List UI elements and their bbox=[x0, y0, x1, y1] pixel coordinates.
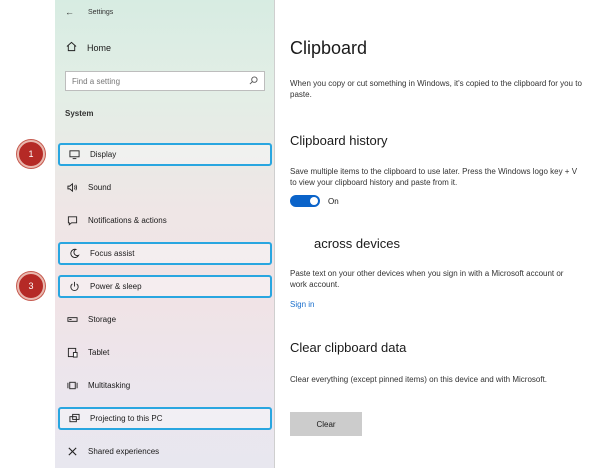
sync-description: Paste text on your other devices when yo… bbox=[290, 269, 564, 289]
home-link[interactable]: Home bbox=[66, 41, 111, 54]
clear-button[interactable]: Clear bbox=[290, 412, 362, 436]
clipboard-page: Clipboard When you copy or cut something… bbox=[276, 0, 600, 468]
search-input[interactable]: Find a setting bbox=[65, 71, 265, 91]
page-title: Clipboard bbox=[290, 38, 368, 58]
sidebar-item-label: Shared experiences bbox=[88, 447, 160, 456]
title-bar: ← Settings bbox=[65, 5, 113, 19]
settings-sidebar: ← Settings Home Find a setting System Di… bbox=[55, 0, 275, 468]
sign-in-link[interactable]: Sign in bbox=[290, 300, 314, 309]
window-title: Settings bbox=[88, 8, 114, 16]
sidebar-item-multitasking[interactable]: Multitasking bbox=[58, 374, 272, 397]
sidebar-item-label: Storage bbox=[88, 315, 117, 324]
speaker-icon bbox=[65, 181, 79, 195]
sidebar-item-power-sleep[interactable]: Power & sleep bbox=[58, 275, 272, 298]
sidebar-item-label: Projecting to this PC bbox=[90, 414, 163, 423]
tablet-icon bbox=[65, 346, 79, 360]
sidebar-item-label: Power & sleep bbox=[90, 282, 142, 291]
intro-text: When you copy or cut something in Window… bbox=[290, 79, 582, 99]
back-arrow-icon[interactable]: ← bbox=[65, 7, 74, 17]
sidebar-item-label: Multitasking bbox=[88, 381, 131, 390]
search-icon bbox=[249, 75, 258, 87]
callout-marker: 3 bbox=[17, 272, 45, 300]
sidebar-item-storage[interactable]: Storage bbox=[58, 308, 272, 331]
clipboard-history-description: Save multiple items to the clipboard to … bbox=[290, 167, 578, 187]
sidebar-item-focus-assist[interactable]: Focus assist bbox=[58, 242, 272, 265]
toggle-state-label: On bbox=[328, 196, 339, 206]
clipboard-history-toggle[interactable] bbox=[290, 195, 320, 207]
power-icon bbox=[67, 280, 81, 294]
clipboard-history-heading: Clipboard history bbox=[290, 133, 388, 148]
clear-data-description: Clear everything (except pinned items) o… bbox=[290, 375, 548, 384]
home-icon bbox=[66, 41, 77, 54]
left-margin bbox=[0, 0, 55, 468]
sidebar-item-tablet[interactable]: Tablet bbox=[58, 341, 272, 364]
sidebar-item-display[interactable]: Display bbox=[58, 143, 272, 166]
notification-icon bbox=[65, 214, 79, 228]
clipboard-history-toggle-row: On bbox=[290, 195, 339, 207]
sync-heading: across devices bbox=[314, 236, 400, 251]
sidebar-item-sound[interactable]: Sound bbox=[58, 176, 272, 199]
sidebar-item-notifications[interactable]: Notifications & actions bbox=[58, 209, 272, 232]
storage-icon bbox=[65, 313, 79, 327]
sidebar-item-label: Sound bbox=[88, 183, 112, 192]
search-placeholder: Find a setting bbox=[72, 76, 121, 86]
projecting-icon bbox=[67, 412, 81, 426]
shared-experiences-icon bbox=[65, 445, 79, 459]
callout-marker: 1 bbox=[17, 140, 45, 168]
sidebar-item-shared-experiences[interactable]: Shared experiences bbox=[58, 440, 272, 463]
monitor-icon bbox=[67, 148, 81, 162]
sidebar-item-label: Notifications & actions bbox=[88, 216, 167, 225]
section-label-system: System bbox=[65, 109, 94, 118]
sidebar-item-projecting[interactable]: Projecting to this PC bbox=[58, 407, 272, 430]
moon-icon bbox=[67, 247, 81, 261]
multitasking-icon bbox=[65, 379, 79, 393]
sidebar-item-label: Display bbox=[90, 150, 117, 159]
home-label: Home bbox=[87, 42, 112, 53]
sidebar-item-label: Focus assist bbox=[90, 249, 135, 258]
clear-data-heading: Clear clipboard data bbox=[290, 340, 407, 355]
sidebar-item-label: Tablet bbox=[88, 348, 110, 357]
